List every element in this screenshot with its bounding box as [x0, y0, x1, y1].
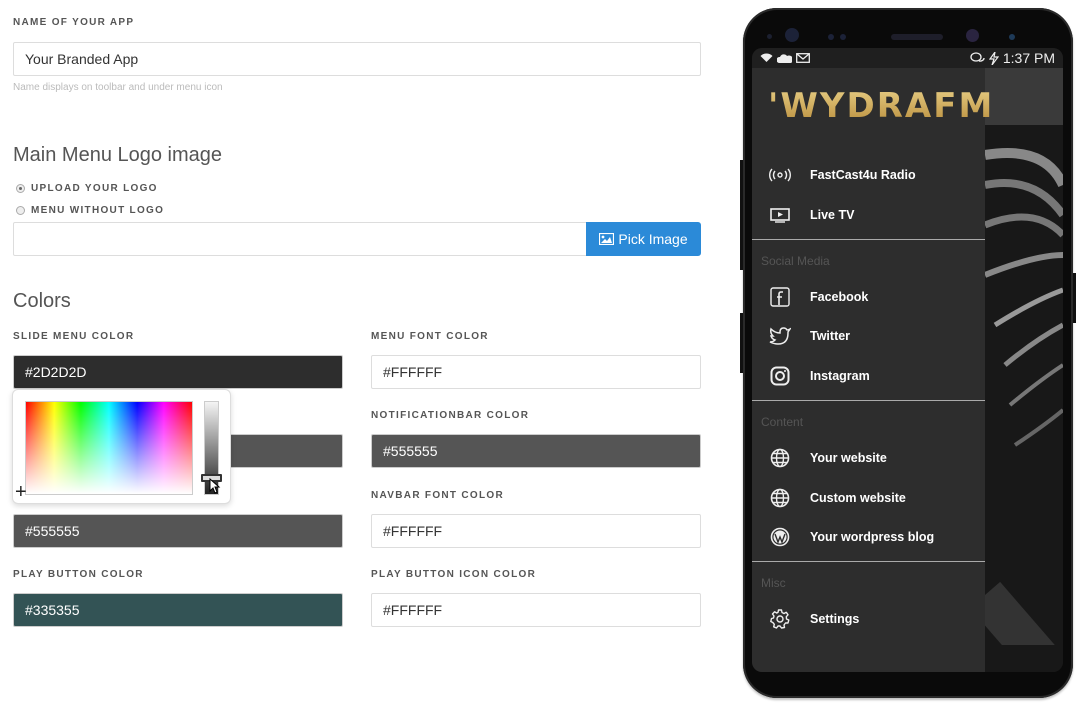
wordpress-icon [768, 525, 792, 549]
radio-button[interactable] [16, 206, 25, 215]
tv-icon [768, 203, 792, 227]
radio-icon [768, 163, 792, 187]
menu-divider [752, 239, 985, 240]
sensor-dot [828, 34, 834, 40]
twitter-icon [768, 324, 792, 348]
chat-icon [970, 52, 985, 62]
play-button-color-input[interactable]: #335355 [13, 593, 343, 627]
menu-item-label: Your website [810, 451, 887, 465]
power-button [1073, 273, 1076, 323]
colors-section-title: Colors [13, 290, 71, 312]
wifi-icon [760, 53, 773, 62]
navbar-secondary-color-input[interactable]: #555555 [13, 514, 343, 548]
menu-item-live-tv[interactable]: Live TV [752, 197, 985, 233]
slide-menu-color-input[interactable]: #2D2D2D [13, 355, 343, 389]
globe-icon [768, 446, 792, 470]
menu-item-facebook[interactable]: Facebook [752, 279, 985, 315]
radio-label: MENU WITHOUT LOGO [31, 205, 165, 216]
radio-upload-logo[interactable]: UPLOAD YOUR LOGO [16, 183, 158, 194]
menu-item-wordpress-blog[interactable]: Your wordpress blog [752, 519, 985, 555]
app-name-input[interactable]: Your Branded App [13, 42, 701, 76]
menu-item-fastcast4u-radio[interactable]: FastCast4u Radio [752, 157, 985, 193]
earpiece-speaker [891, 34, 943, 40]
microphone-image [985, 148, 1063, 645]
phone-mockup: 1:37 PM 'WYDRAFM FastCast4u Radio Live T… [740, 8, 1076, 698]
section-title-social-media: Social Media [761, 254, 830, 268]
menu-item-custom-website[interactable]: Custom website [752, 480, 985, 516]
app-name-help: Name displays on toolbar and under menu … [13, 82, 223, 93]
menu-item-label: Your wordpress blog [810, 530, 935, 544]
slide-menu-drawer: 'WYDRAFM FastCast4u Radio Live TV Social… [752, 68, 992, 672]
secondary-camera [966, 29, 979, 42]
instagram-icon [768, 364, 792, 388]
side-button [740, 313, 743, 373]
notificationbar-color-label: NOTIFICATIONBAR COLOR [371, 410, 530, 421]
mouse-cursor-icon [209, 478, 221, 494]
globe-icon [768, 486, 792, 510]
menu-font-color-input[interactable]: #FFFFFF [371, 355, 701, 389]
menu-item-label: Custom website [810, 491, 906, 505]
logo-section-title: Main Menu Logo image [13, 144, 223, 166]
color-picker-popup: + [12, 389, 231, 504]
pick-image-button[interactable]: Pick Image [586, 222, 701, 256]
menu-item-label: Instagram [810, 369, 870, 383]
app-logo: 'WYDRAFM [768, 86, 995, 126]
menu-item-your-website[interactable]: Your website [752, 440, 985, 476]
app-toolbar [985, 68, 1063, 125]
volume-button [740, 160, 743, 270]
logo-file-input[interactable] [13, 222, 587, 256]
menu-item-label: Live TV [810, 208, 855, 222]
notificationbar-color-input[interactable]: #555555 [371, 434, 701, 468]
navbar-font-color-label: NAVBAR FONT COLOR [371, 490, 505, 501]
sensor-dot [1009, 34, 1015, 40]
cloud-icon [777, 53, 792, 63]
slide-menu-color-label: SLIDE MENU COLOR [13, 331, 135, 342]
sensor-dot [767, 34, 772, 39]
facebook-icon [768, 285, 792, 309]
section-title-content: Content [761, 415, 804, 429]
status-time: 1:37 PM [1002, 50, 1055, 66]
radio-button[interactable] [16, 184, 25, 193]
menu-divider [752, 561, 985, 562]
crosshair-icon[interactable]: + [15, 482, 27, 502]
radio-label: UPLOAD YOUR LOGO [31, 183, 158, 194]
phone-screen: 1:37 PM 'WYDRAFM FastCast4u Radio Live T… [752, 48, 1063, 672]
sensor-dot [840, 34, 846, 40]
mail-icon [796, 53, 810, 63]
menu-item-label: Facebook [810, 290, 869, 304]
play-button-icon-color-label: PLAY BUTTON ICON COLOR [371, 569, 537, 580]
charging-icon [988, 51, 999, 65]
play-button-color-label: PLAY BUTTON COLOR [13, 569, 144, 580]
status-bar: 1:37 PM [752, 48, 1063, 68]
menu-divider [752, 400, 985, 401]
play-button-icon-color-input[interactable]: #FFFFFF [371, 593, 701, 627]
pick-image-label: Pick Image [618, 231, 688, 247]
menu-item-twitter[interactable]: Twitter [752, 318, 985, 354]
app-name-label: NAME OF YOUR APP [13, 17, 135, 28]
menu-item-label: Twitter [810, 329, 851, 343]
menu-item-label: FastCast4u Radio [810, 168, 916, 182]
menu-font-color-label: MENU FONT COLOR [371, 331, 489, 342]
background-microphone-photo [985, 68, 1063, 672]
navbar-font-color-input[interactable]: #FFFFFF [371, 514, 701, 548]
section-title-misc: Misc [761, 576, 786, 590]
color-spectrum[interactable] [25, 401, 193, 495]
settings-icon [768, 607, 792, 631]
radio-menu-without-logo[interactable]: MENU WITHOUT LOGO [16, 205, 164, 216]
menu-item-instagram[interactable]: Instagram [752, 358, 985, 394]
menu-item-settings[interactable]: Settings [752, 601, 985, 637]
image-icon [599, 233, 615, 245]
menu-item-label: Settings [810, 612, 860, 626]
front-camera [785, 28, 799, 42]
